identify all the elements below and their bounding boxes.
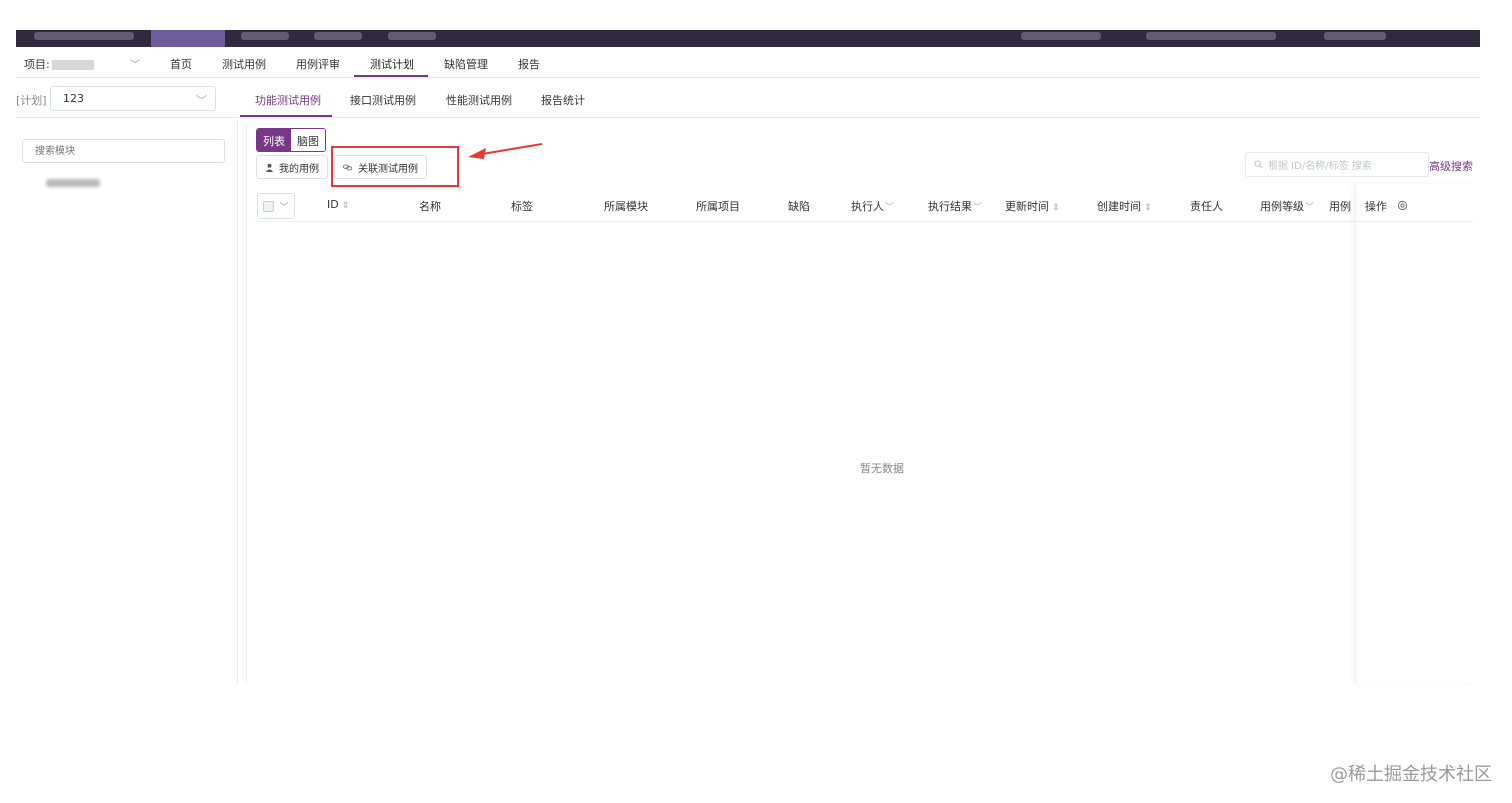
search-icon	[1254, 160, 1263, 169]
column-created-time[interactable]: 创建时间 ⇕	[1097, 198, 1152, 214]
plan-select[interactable]: 123 ﹀	[50, 86, 216, 111]
nav-test-plan[interactable]: 测试计划	[370, 56, 414, 72]
top-menu-bar	[16, 30, 1480, 47]
column-defects: 缺陷	[788, 200, 810, 213]
annotation-arrow-icon	[468, 143, 543, 159]
view-toggle: 列表 脑图	[256, 128, 326, 152]
table-header: ﹀ ID ⇕ 名称 标签 所属模块 所属项目 缺陷 执行人﹀ 执行结果﹀ 更新时间…	[255, 190, 1473, 222]
plan-select-value: 123	[63, 92, 84, 105]
select-all-dropdown[interactable]: ﹀	[257, 193, 295, 219]
plan-bar: [计划] 123 ﹀ 功能测试用例 接口测试用例 性能测试用例 报告统计	[16, 82, 1480, 118]
top-menu-item[interactable]	[388, 32, 436, 40]
column-owner: 责任人	[1190, 200, 1223, 213]
project-nav: 项目: ﹀ 首页 测试用例 用例评审 测试计划 缺陷管理 报告	[16, 48, 1480, 78]
module-tree-panel	[16, 119, 238, 683]
my-cases-label: 我的用例	[279, 163, 319, 175]
nav-defect-management[interactable]: 缺陷管理	[444, 56, 488, 72]
workspace-selector[interactable]	[1021, 32, 1101, 40]
org-selector[interactable]	[1146, 32, 1276, 40]
tree-node-all-cases[interactable]	[46, 179, 106, 191]
case-search-placeholder: 根据 ID/名称/标签 搜索	[1268, 161, 1372, 172]
top-menu-item[interactable]	[314, 32, 362, 40]
column-name: 名称	[419, 200, 441, 213]
column-case-level[interactable]: 用例等级﹀	[1260, 198, 1314, 214]
filter-chevron-icon: ﹀	[973, 203, 983, 213]
my-cases-button[interactable]: 我的用例	[256, 155, 328, 179]
column-id[interactable]: ID ⇕	[327, 198, 349, 211]
annotation-highlight-box	[331, 146, 459, 187]
select-all-checkbox[interactable]	[263, 200, 275, 212]
column-updated-time[interactable]: 更新时间 ⇕	[1005, 198, 1060, 214]
sort-icon: ⇕	[1144, 203, 1152, 213]
tab-functional-cases[interactable]: 功能测试用例	[255, 92, 321, 108]
chevron-down-icon: ﹀	[196, 94, 207, 107]
column-case-truncated: 用例	[1329, 200, 1351, 213]
column-executor[interactable]: 执行人﹀	[851, 198, 894, 214]
tab-performance-cases[interactable]: 性能测试用例	[446, 92, 512, 108]
nav-case-review[interactable]: 用例评审	[296, 56, 340, 72]
nav-active-indicator	[354, 75, 428, 77]
sort-icon: ⇕	[341, 201, 350, 211]
nav-home[interactable]: 首页	[170, 56, 192, 72]
case-search-input[interactable]: 根据 ID/名称/标签 搜索	[1245, 152, 1429, 177]
watermark: @稀土掘金技术社区	[1330, 764, 1492, 785]
sort-icon: ⇕	[1052, 203, 1060, 213]
column-exec-result[interactable]: 执行结果﹀	[928, 198, 982, 214]
tab-api-cases[interactable]: 接口测试用例	[350, 92, 416, 108]
nav-report[interactable]: 报告	[518, 56, 540, 72]
user-menu[interactable]	[1324, 32, 1386, 40]
filter-chevron-icon: ﹀	[885, 203, 895, 213]
module-search-input[interactable]	[22, 139, 225, 163]
case-list-panel: 列表 脑图 我的用例 关联测试用例 根据 ID/名称/标签 搜索 高级搜索 ﹀ …	[246, 124, 1480, 683]
column-module: 所属模块	[604, 200, 648, 213]
plan-label: [计划]	[16, 94, 47, 107]
column-project: 所属项目	[696, 200, 740, 213]
tab-report-stats[interactable]: 报告统计	[541, 92, 585, 108]
empty-state-text: 暂无数据	[860, 462, 904, 475]
chevron-down-icon[interactable]: ﹀	[130, 56, 140, 71]
nav-test-cases[interactable]: 测试用例	[222, 56, 266, 72]
list-view-button[interactable]: 列表	[257, 129, 291, 151]
fixed-actions-column	[1355, 184, 1473, 683]
app-logo	[34, 32, 134, 40]
filter-chevron-icon: ﹀	[1305, 203, 1315, 213]
project-selector[interactable]: 项目:	[24, 56, 94, 72]
top-menu-active-item[interactable]	[151, 30, 225, 47]
top-menu-item[interactable]	[241, 32, 289, 40]
project-name-masked	[51, 60, 94, 70]
tab-active-indicator	[240, 115, 332, 117]
advanced-search-link[interactable]: 高级搜索	[1429, 158, 1473, 174]
mind-map-view-button[interactable]: 脑图	[291, 129, 325, 151]
column-tags: 标签	[511, 200, 533, 213]
top-header	[16, 0, 1480, 47]
chevron-down-icon: ﹀	[279, 202, 289, 213]
project-label: 项目:	[24, 58, 50, 71]
user-icon	[265, 163, 274, 172]
